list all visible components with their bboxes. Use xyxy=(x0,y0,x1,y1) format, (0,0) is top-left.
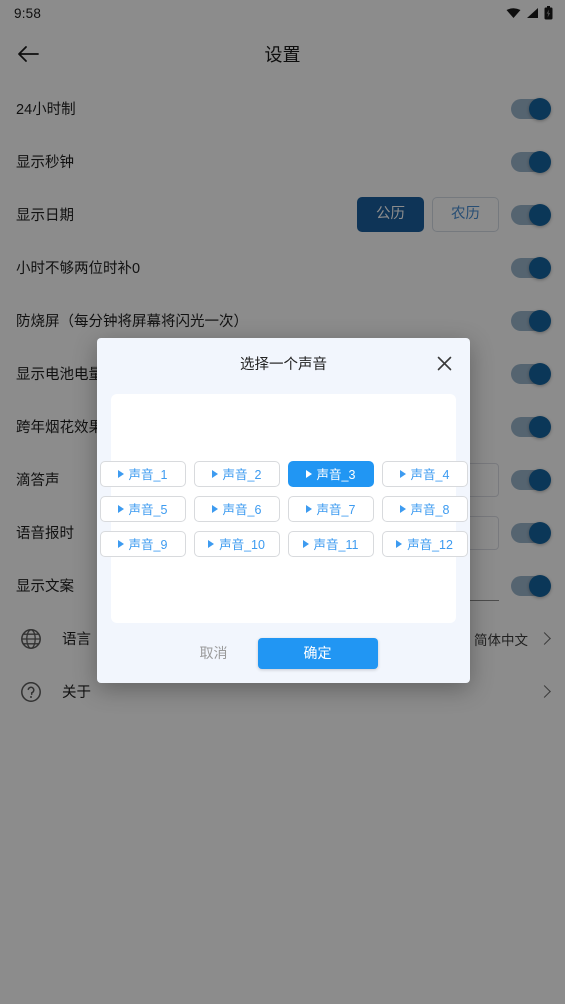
sound-picker-dialog: 选择一个声音 声音_1 声音_2 声音_3 声音_4 声音_5 声音_6 声音_… xyxy=(97,338,470,683)
play-icon xyxy=(305,504,312,513)
sound-button-5[interactable]: 声音_5 xyxy=(99,495,186,522)
play-icon xyxy=(117,469,124,478)
sound-button-10[interactable]: 声音_10 xyxy=(193,530,280,557)
sound-button-12[interactable]: 声音_12 xyxy=(381,530,468,557)
sound-button-11[interactable]: 声音_11 xyxy=(287,530,374,557)
play-icon xyxy=(117,539,124,548)
sound-button-label: 声音_4 xyxy=(410,468,450,482)
cancel-button[interactable]: 取消 xyxy=(190,635,238,671)
play-icon xyxy=(302,539,309,548)
sound-button-label: 声音_7 xyxy=(316,503,356,517)
sound-button-label: 声音_9 xyxy=(128,538,168,552)
play-icon xyxy=(208,539,215,548)
sound-button-4[interactable]: 声音_4 xyxy=(381,460,468,487)
play-icon xyxy=(117,504,124,513)
play-icon xyxy=(399,469,406,478)
sound-grid: 声音_1 声音_2 声音_3 声音_4 声音_5 声音_6 声音_7 声音_8 … xyxy=(99,460,468,557)
dialog-footer: 取消 确定 xyxy=(97,623,470,683)
play-icon xyxy=(396,539,403,548)
confirm-button[interactable]: 确定 xyxy=(257,637,378,669)
sound-button-label: 声音_12 xyxy=(407,538,453,552)
dialog-header: 选择一个声音 xyxy=(97,338,470,388)
play-icon xyxy=(305,469,312,478)
sound-button-label: 声音_11 xyxy=(313,538,359,552)
play-icon xyxy=(211,504,218,513)
play-icon xyxy=(399,504,406,513)
sound-button-3[interactable]: 声音_3 xyxy=(287,460,374,487)
sound-button-label: 声音_5 xyxy=(128,503,168,517)
sound-button-label: 声音_8 xyxy=(410,503,450,517)
sound-button-2[interactable]: 声音_2 xyxy=(193,460,280,487)
close-icon[interactable] xyxy=(432,351,456,375)
sound-button-1[interactable]: 声音_1 xyxy=(99,460,186,487)
sound-button-label: 声音_6 xyxy=(222,503,262,517)
sound-button-label: 声音_2 xyxy=(222,468,262,482)
sound-button-label: 声音_10 xyxy=(219,538,265,552)
sound-button-6[interactable]: 声音_6 xyxy=(193,495,280,522)
sound-button-label: 声音_3 xyxy=(316,468,356,482)
sound-button-7[interactable]: 声音_7 xyxy=(287,495,374,522)
dialog-title: 选择一个声音 xyxy=(240,356,327,373)
play-icon xyxy=(211,469,218,478)
dialog-body: 声音_1 声音_2 声音_3 声音_4 声音_5 声音_6 声音_7 声音_8 … xyxy=(99,394,468,623)
sound-button-label: 声音_1 xyxy=(128,468,168,482)
sound-button-9[interactable]: 声音_9 xyxy=(99,530,186,557)
sound-button-8[interactable]: 声音_8 xyxy=(381,495,468,522)
